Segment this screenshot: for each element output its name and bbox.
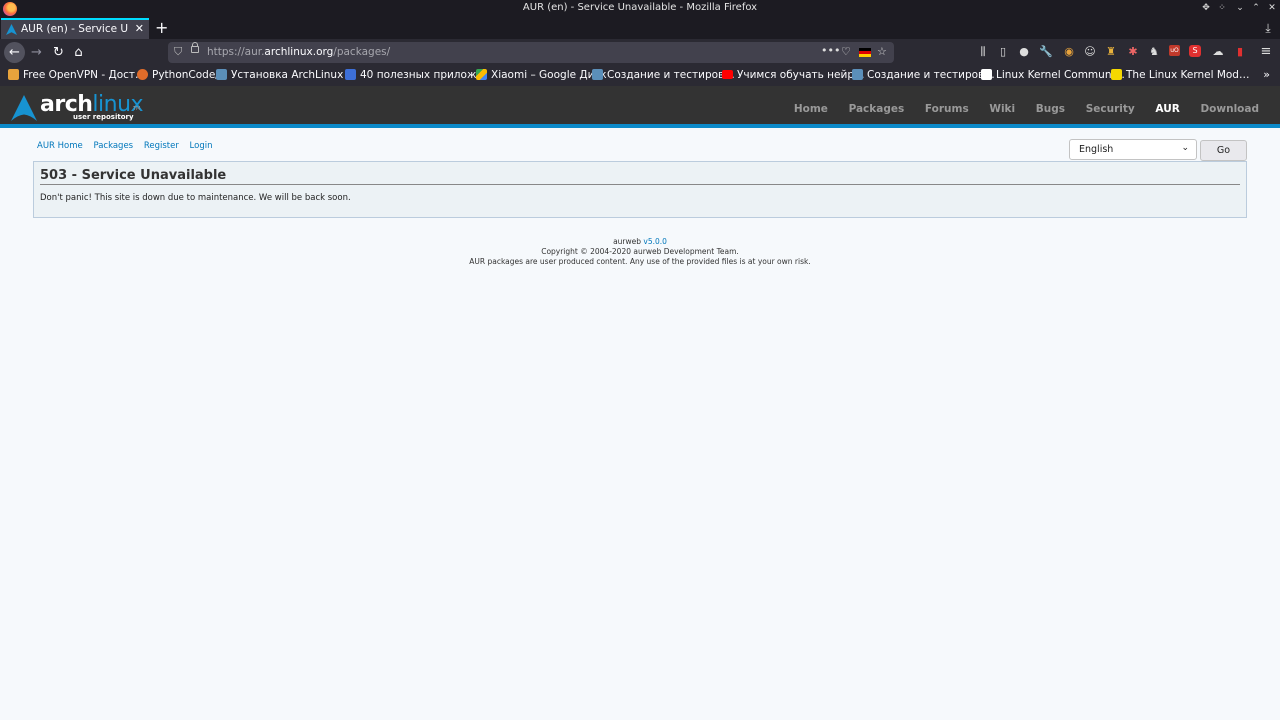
window-close-icon[interactable]: ✕ (1266, 3, 1278, 13)
bookmark-favicon-icon (852, 69, 863, 80)
bookmark-favicon-icon (345, 69, 356, 80)
ublock-icon[interactable]: uO (1169, 45, 1180, 56)
extension-mask-icon[interactable]: ☺ (1083, 45, 1097, 59)
bookmark-item[interactable]: The Linux Kernel Mod… (1111, 69, 1249, 84)
arch-logo-icon[interactable] (11, 95, 37, 121)
german-flag-icon[interactable] (859, 48, 871, 57)
bookmarks-overflow-icon[interactable]: » (1263, 68, 1270, 81)
new-tab-button[interactable]: + (155, 18, 169, 37)
nav-bugs[interactable]: Bugs (1036, 103, 1065, 115)
subnav-packages[interactable]: Packages (93, 141, 133, 151)
window-title: AUR (en) - Service Unavailable - Mozilla… (522, 2, 758, 13)
window-minimize-icon[interactable]: ⌄ (1234, 3, 1246, 13)
bookmark-favicon-icon (216, 69, 227, 80)
bookmark-item[interactable]: 40 полезных прилож… (345, 69, 487, 84)
subnav-login[interactable]: Login (190, 141, 213, 151)
bookmark-item[interactable]: Учимся обучать нейр… (722, 69, 864, 84)
bookmark-favicon-icon (592, 69, 603, 80)
page-actions-icon[interactable]: ••• (821, 44, 840, 57)
bookmark-item[interactable]: Создание и тестиров… (592, 69, 735, 84)
language-select[interactable]: English ⌄ (1069, 139, 1197, 160)
nav-packages[interactable]: Packages (849, 103, 905, 115)
logo-subtitle: user repository (73, 113, 134, 121)
google-drive-icon (476, 69, 487, 80)
sidebar-icon[interactable]: ▯ (996, 45, 1010, 59)
nav-aur[interactable]: AUR (1155, 103, 1179, 115)
tab-label: AUR (en) - Service Unavailable (21, 23, 129, 35)
subnav-aur-home[interactable]: AUR Home (37, 141, 83, 151)
url-bar[interactable]: ⛉ https://aur.archlinux.org/packages/ ••… (168, 42, 894, 63)
youtube-icon (722, 70, 733, 79)
footer-name: aurweb (613, 237, 642, 246)
error-box: 503 - Service Unavailable Don't panic! T… (33, 161, 1247, 218)
menu-hamburger-icon[interactable]: ≡ (1259, 45, 1273, 59)
window-keep-above-icon[interactable]: ✥ (1200, 3, 1212, 13)
bookmark-item[interactable]: Установка ArchLinux … (216, 69, 357, 84)
download-icon[interactable]: ⤓ (1261, 21, 1275, 35)
library-icon[interactable]: ⫼ (976, 45, 990, 59)
window-titlebar: AUR (en) - Service Unavailable - Mozilla… (0, 0, 1280, 18)
bookmark-star-icon[interactable]: ☆ (877, 45, 887, 58)
archlinux-header: archlinux TM user repository Home Packag… (0, 86, 1280, 128)
language-selected: English (1079, 144, 1114, 155)
extension-puzzle-icon[interactable]: ♞ (1147, 45, 1161, 59)
error-title: 503 - Service Unavailable (40, 168, 1240, 185)
nav-wiki[interactable]: Wiki (989, 103, 1015, 115)
tab-aur[interactable]: AUR (en) - Service Unavailable ✕ (1, 18, 149, 39)
pocket-icon[interactable]: ♡ (841, 45, 851, 58)
tab-strip: AUR (en) - Service Unavailable ✕ + ⤓ (0, 18, 1280, 39)
bookmark-item[interactable]: Linux Kernel Communi… (981, 69, 1125, 84)
nav-bar: ← → ↻ ⌂ ⛉ https://aur.archlinux.org/pack… (0, 39, 1280, 66)
extension-red-bar-icon[interactable]: ▮ (1233, 45, 1247, 59)
subnav-register[interactable]: Register (144, 141, 179, 151)
tab-close-icon[interactable]: ✕ (135, 22, 144, 35)
footer-version-link[interactable]: v5.0.0 (643, 237, 667, 246)
logo-trademark: TM (133, 106, 141, 112)
aur-subnav: AUR Home Packages Register Login (37, 141, 220, 151)
extension-s-icon[interactable]: S (1189, 45, 1201, 57)
window-close-tabs-icon[interactable]: ⁘ (1216, 3, 1228, 13)
back-button[interactable]: ← (4, 42, 25, 63)
bookmarks-bar: Free OpenVPN - Дост… PythonCode/ Установ… (0, 66, 1280, 86)
forward-button[interactable]: → (26, 42, 47, 63)
nav-security[interactable]: Security (1086, 103, 1135, 115)
nav-home[interactable]: Home (794, 103, 828, 115)
extension-cloud-icon[interactable]: ☁ (1211, 45, 1225, 59)
window-maximize-icon[interactable]: ⌃ (1250, 3, 1262, 13)
extension-face-icon[interactable]: ◉ (1062, 45, 1076, 59)
error-message: Don't panic! This site is down due to ma… (40, 193, 351, 203)
go-button[interactable]: Go (1200, 140, 1247, 161)
reload-button[interactable]: ↻ (48, 42, 69, 63)
medium-icon (981, 69, 992, 80)
footer-copyright: Copyright © 2004-2020 aurweb Development… (541, 247, 739, 256)
bookmark-item[interactable]: PythonCode/ (137, 69, 219, 84)
lock-icon[interactable] (191, 42, 199, 53)
chevron-down-icon: ⌄ (1181, 143, 1189, 153)
bookmark-item[interactable]: Xiaomi – Google Диск (476, 69, 607, 84)
nav-forums[interactable]: Forums (925, 103, 969, 115)
url-text[interactable]: https://aur.archlinux.org/packages/ (207, 46, 390, 58)
tracking-shield-icon[interactable]: ⛉ (174, 45, 182, 59)
nav-download[interactable]: Download (1200, 103, 1259, 115)
bookmark-favicon-icon (1111, 69, 1122, 80)
extension-badge-icon[interactable]: ✱ (1126, 45, 1140, 59)
wrench-icon[interactable]: 🔧 (1039, 45, 1053, 59)
bookmark-favicon-icon (8, 69, 19, 80)
arch-favicon-icon (6, 24, 17, 35)
main-nav: Home Packages Forums Wiki Bugs Security … (777, 103, 1259, 115)
home-button[interactable]: ⌂ (68, 42, 89, 63)
extension-people-icon[interactable]: ♜ (1104, 45, 1118, 59)
footer-disclaimer: AUR packages are user produced content. … (469, 257, 811, 266)
bookmark-favicon-icon (137, 69, 148, 80)
bookmark-item[interactable]: Создание и тестиров… (852, 69, 995, 84)
footer: aurweb v5.0.0 Copyright © 2004-2020 aurw… (0, 237, 1280, 267)
bookmark-item[interactable]: Free OpenVPN - Дост… (8, 69, 146, 84)
globe-icon[interactable]: ● (1017, 45, 1031, 59)
